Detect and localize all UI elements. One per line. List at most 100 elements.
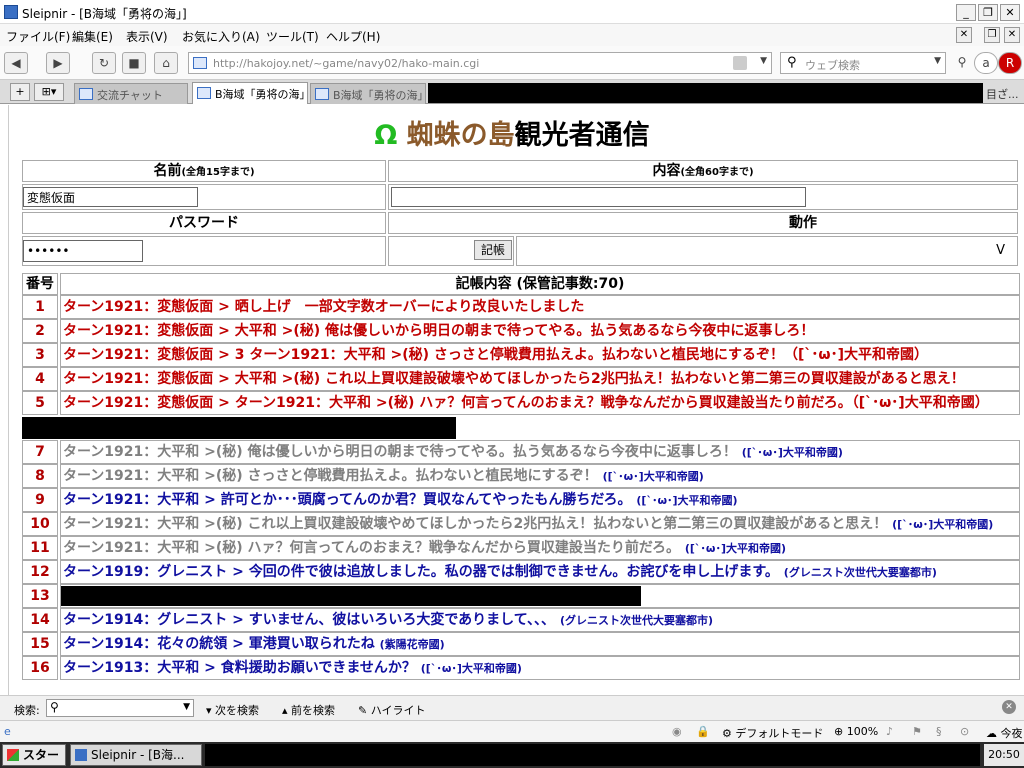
menu-help[interactable]: ヘルプ(H) (326, 28, 380, 45)
entry-text: ターン1914：花々の統領 > 軍港買い取られたね (63, 636, 375, 652)
menu-bar: ファイル(F) 編集(E) 表示(V) お気に入り(A) ツール(T) ヘルプ(… (0, 24, 1024, 46)
page-title: Ω 蜘蛛の島観光者通信 (0, 113, 1024, 152)
entry-row: ターン1921：変態仮面 > 大平和 >(秘) これ以上買収建設破壊やめてほしか… (60, 367, 1020, 391)
entry-number: 4 (22, 367, 58, 391)
entry-text: ターン1921：大平和 >(秘) 俺は優しいから明日の朝まで待ってやる。払う気あ… (63, 444, 737, 460)
content-input[interactable] (391, 187, 806, 207)
entry-row: ターン1914：花々の統領 > 軍港買い取られたね (紫陽花帝國) (60, 632, 1020, 656)
start-button[interactable]: スタート (2, 744, 66, 766)
chevron-down-icon[interactable]: ▼ (760, 56, 767, 66)
search-go-icon[interactable]: ⚲ (950, 52, 974, 74)
password-header: パスワード (22, 212, 386, 234)
entry-signature: ([`･ω･]大平和帝國) (741, 446, 843, 459)
entry-number: 16 (22, 656, 58, 680)
entry-row: ターン1914：グレニスト > すいません、彼はいろいろ大変でありまして、、、 … (60, 608, 1020, 632)
forward-icon[interactable]: ▶ (46, 52, 70, 74)
zoom-indicator[interactable]: ⊕ 100% (834, 725, 878, 738)
web-search-box[interactable]: ⚲ ウェブ検索 ▼ (780, 52, 946, 74)
address-bar[interactable]: http://hakojoy.net/~game/navy02/hako-mai… (188, 52, 772, 74)
entry-text: ターン1921：大平和 >(秘) ハァ？何言ってんのおまえ？戦争なんだから買収建… (63, 540, 680, 556)
submit-button[interactable]: 記帳 (474, 240, 512, 260)
lock-icon: 🔒 (696, 725, 710, 738)
back-icon[interactable]: ◀ (4, 52, 28, 74)
entry-text: ターン1921：変態仮面 > 晒し上げ 一部文字数オーバーにより改良いたしました (63, 299, 585, 315)
entry-row: ターン1921：変態仮面 > 3 ターン1921：大平和 >(秘) さっさと停戦… (60, 343, 1020, 367)
entry-row: ターン1919：グレニスト > 今回の件で彼は追放しました。私の器では制御できま… (60, 560, 1020, 584)
new-tab-icon[interactable]: + (10, 83, 30, 101)
sound-icon[interactable]: ♪ (886, 725, 893, 738)
chevron-down-icon[interactable]: ▼ (183, 702, 190, 712)
tab-label: B海域「勇将の海」 (333, 89, 426, 102)
entry-row (60, 584, 1020, 608)
rakuten-icon[interactable]: R (998, 52, 1022, 74)
menu-view[interactable]: 表示(V) (126, 28, 168, 45)
menu-file[interactable]: ファイル(F) (6, 28, 70, 45)
page-icon (79, 88, 93, 100)
weather-indicator[interactable]: ☁ 今夜 (986, 725, 1023, 741)
taskbar-item-sleipnir[interactable]: Sleipnir - [B海... (70, 744, 202, 766)
close-button[interactable]: ✕ (1000, 4, 1020, 21)
content-label: 内容 (652, 163, 681, 179)
tab-label: B海域「勇将の海」 (215, 88, 308, 101)
tab-close-icon[interactable]: ✕ (956, 27, 972, 43)
entry-number: 10 (22, 512, 58, 536)
content-note: (全角60字まで) (680, 167, 754, 178)
name-label: 名前 (153, 163, 182, 179)
redacted-area (428, 83, 983, 103)
tab-label: 交流チャット (97, 89, 163, 102)
globe-icon[interactable]: ⊙ (960, 725, 969, 738)
address-url[interactable]: http://hakojoy.net/~game/navy02/hako-mai… (213, 57, 479, 70)
close-find-icon[interactable]: ✕ (1002, 700, 1016, 714)
tab-list-icon[interactable]: ⊞▾ (34, 83, 64, 101)
home-icon[interactable]: ⌂ (154, 52, 178, 74)
minimize-button[interactable]: _ (956, 4, 976, 21)
entry-text: ターン1913：大平和 > 食料援助お願いできませんか？ (63, 660, 416, 676)
browser-window: Sleipnir - [B海域「勇将の海」] _ ❐ ✕ ファイル(F) 編集(… (0, 0, 1024, 768)
island-name: 蜘蛛の島 (406, 120, 515, 151)
restore-button[interactable]: ❐ (978, 4, 998, 21)
entry-signature: (グレニスト次世代大要塞都市) (559, 614, 713, 627)
mode-indicator[interactable]: ⚙ デフォルトモード (722, 725, 823, 741)
chevron-down-icon[interactable]: ▼ (934, 56, 941, 66)
stop-icon[interactable]: ■ (122, 52, 146, 74)
entry-number: 7 (22, 440, 58, 464)
find-input[interactable]: ⚲ ▼ (46, 699, 194, 717)
menu-favorites[interactable]: お気に入り(A) (182, 28, 260, 45)
action-select[interactable]: V (516, 236, 1018, 266)
menu-edit[interactable]: 編集(E) (72, 28, 113, 45)
weather-label: 今夜 (1000, 727, 1023, 740)
flag-icon[interactable]: ⚑ (912, 725, 922, 738)
tab-overflow[interactable]: 目ざ... (986, 86, 1019, 102)
entry-row: ターン1921：変態仮面 > 大平和 >(秘) 俺は優しいから明日の朝まで待って… (60, 319, 1020, 343)
eye-icon[interactable]: ◉ (672, 725, 682, 738)
entry-row: ターン1921：大平和 >(秘) 俺は優しいから明日の朝まで待ってやる。払う気あ… (60, 440, 1020, 464)
find-prev-button[interactable]: ▴ 前を検索 (282, 702, 335, 718)
reload-icon[interactable]: ↻ (92, 52, 116, 74)
entry-row: ターン1921：変態仮面 > 晒し上げ 一部文字数オーバーにより改良いたしました (60, 295, 1020, 319)
highlight-button[interactable]: ✎ ハイライト (358, 702, 426, 718)
amazon-icon[interactable]: a (974, 52, 998, 74)
tab-close-x-icon[interactable]: ✕ (1004, 27, 1020, 43)
entry-number: 8 (22, 464, 58, 488)
find-next-button[interactable]: ▾ 次を検索 (206, 702, 259, 718)
app-icon (4, 5, 18, 19)
omega-mark: Ω (374, 120, 398, 151)
tab-restore-icon[interactable]: ❐ (984, 27, 1000, 43)
tab-chat[interactable]: 交流チャット (74, 83, 188, 104)
mode-label: デフォルトモード (735, 727, 824, 740)
highlight-label: ハイライト (370, 704, 426, 717)
entry-row: ターン1913：大平和 > 食料援助お願いできませんか？ ([`･ω･]大平和帝… (60, 656, 1020, 680)
find-prev-label: 前を検索 (291, 704, 336, 717)
entry-text: ターン1914：グレニスト > すいません、彼はいろいろ大変でありまして、、、 (63, 612, 556, 628)
entry-text: ターン1921：大平和 > 許可とか･･･頭腐ってんのか君？買収なんてやったもん… (63, 492, 632, 508)
entry-number: 1 (22, 295, 58, 319)
rss-icon[interactable] (733, 56, 747, 70)
entry-number: 14 (22, 608, 58, 632)
tab-b-sea[interactable]: B海域「勇将の海」 (310, 83, 426, 104)
password-input[interactable] (23, 240, 143, 262)
title-text: 観光者通信 (514, 120, 650, 151)
script-icon[interactable]: § (936, 725, 942, 738)
tab-b-sea-active[interactable]: B海域「勇将の海」 (192, 82, 308, 104)
menu-tools[interactable]: ツール(T) (266, 28, 319, 45)
name-input[interactable] (23, 187, 198, 207)
